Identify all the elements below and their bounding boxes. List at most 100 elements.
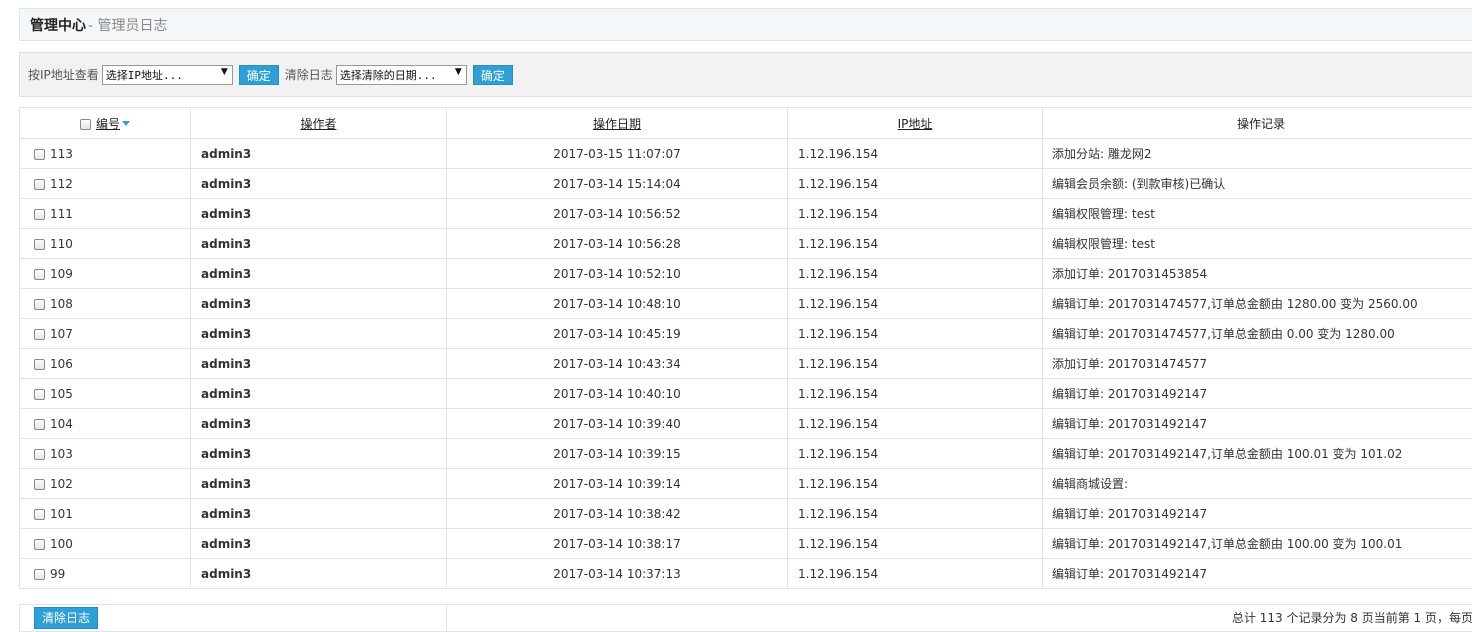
cell-ip: 1.12.196.154 — [787, 198, 1043, 229]
cell-date: 2017-03-14 15:14:04 — [446, 168, 788, 199]
row-checkbox[interactable] — [34, 298, 45, 310]
cell-record: 编辑订单: 2017031492147 — [1042, 408, 1472, 439]
row-id: 112 — [50, 176, 73, 191]
cell-ip: 1.12.196.154 — [787, 528, 1043, 559]
row-checkbox[interactable] — [34, 178, 45, 190]
cell-operator: admin3 — [190, 468, 447, 499]
table-row: 100 admin3 2017-03-14 10:38:17 1.12.196.154… — [19, 528, 1472, 559]
column-header-id[interactable]: 编号 — [19, 107, 191, 139]
table-row: 107 admin3 2017-03-14 10:45:19 1.12.196.154… — [19, 318, 1472, 349]
table-row: 110 admin3 2017-03-14 10:56:28 1.12.196.154… — [19, 228, 1472, 259]
cell-id: 108 — [19, 288, 191, 319]
row-checkbox[interactable] — [34, 538, 45, 550]
cell-date: 2017-03-14 10:48:10 — [446, 288, 788, 319]
row-checkbox[interactable] — [34, 358, 45, 370]
cell-date: 2017-03-14 10:56:28 — [446, 228, 788, 259]
cell-operator: admin3 — [190, 438, 447, 469]
column-header-id-label[interactable]: 编号 — [96, 117, 120, 131]
table-row: 105 admin3 2017-03-14 10:40:10 1.12.196.154… — [19, 378, 1472, 409]
cell-id: 102 — [19, 468, 191, 499]
cell-date: 2017-03-14 10:56:52 — [446, 198, 788, 229]
row-checkbox[interactable] — [34, 268, 45, 280]
table-row: 106 admin3 2017-03-14 10:43:34 1.12.196.154… — [19, 348, 1472, 379]
column-header-date-label[interactable]: 操作日期 — [593, 117, 641, 131]
row-checkbox[interactable] — [34, 448, 45, 460]
filter-bar: 按IP地址查看 选择IP地址... ▼ 确定 清除日志 选择清除的日期... ▼… — [19, 52, 1472, 97]
cell-operator: admin3 — [190, 558, 447, 589]
row-id: 102 — [50, 476, 73, 491]
page-title-bar: 管理中心 - 管理员日志 — [19, 8, 1472, 41]
cell-date: 2017-03-14 10:45:19 — [446, 318, 788, 349]
cell-operator: admin3 — [190, 258, 447, 289]
row-checkbox[interactable] — [34, 328, 45, 340]
cell-record: 添加订单: 2017031474577 — [1042, 348, 1472, 379]
row-id: 111 — [50, 206, 73, 221]
column-header-operator[interactable]: 操作者 — [190, 107, 447, 139]
row-id: 99 — [50, 566, 66, 581]
cell-date: 2017-03-14 10:37:13 — [446, 558, 788, 589]
table-row: 101 admin3 2017-03-14 10:38:42 1.12.196.154… — [19, 498, 1472, 529]
cell-operator: admin3 — [190, 318, 447, 349]
table-row: 109 admin3 2017-03-14 10:52:10 1.12.196.154… — [19, 258, 1472, 289]
ip-confirm-button[interactable]: 确定 — [238, 64, 279, 85]
ip-select[interactable]: 选择IP地址... ▼ — [101, 64, 233, 85]
cell-id: 104 — [19, 408, 191, 439]
cell-date: 2017-03-14 10:38:42 — [446, 498, 788, 529]
table-header-row: 编号 操作者 操作日期 IP地址 操作记录 — [19, 107, 1472, 139]
cell-ip: 1.12.196.154 — [787, 498, 1043, 529]
cell-ip: 1.12.196.154 — [787, 288, 1043, 319]
row-checkbox[interactable] — [34, 238, 45, 250]
row-checkbox[interactable] — [34, 568, 45, 580]
cell-id: 113 — [19, 138, 191, 169]
cell-operator: admin3 — [190, 348, 447, 379]
clear-date-select[interactable]: 选择清除的日期... ▼ — [335, 64, 467, 85]
cell-record: 编辑订单: 2017031492147,订单总金额由 100.01 变为 101… — [1042, 438, 1472, 469]
column-header-operator-label[interactable]: 操作者 — [300, 117, 336, 131]
cell-id: 110 — [19, 228, 191, 259]
row-checkbox[interactable] — [34, 388, 45, 400]
cell-id: 111 — [19, 198, 191, 229]
table-row: 112 admin3 2017-03-14 15:14:04 1.12.196.154… — [19, 168, 1472, 199]
clear-confirm-button[interactable]: 确定 — [472, 64, 513, 85]
cell-ip: 1.12.196.154 — [787, 408, 1043, 439]
row-checkbox[interactable] — [34, 418, 45, 430]
cell-record: 编辑订单: 2017031492147 — [1042, 558, 1472, 589]
row-id: 108 — [50, 296, 73, 311]
column-header-ip-label[interactable]: IP地址 — [898, 117, 933, 131]
row-checkbox[interactable] — [34, 148, 45, 160]
column-header-date[interactable]: 操作日期 — [446, 107, 788, 139]
ip-filter-label: 按IP地址查看 — [28, 68, 99, 82]
cell-ip: 1.12.196.154 — [787, 558, 1043, 589]
row-checkbox[interactable] — [34, 508, 45, 520]
table-row: 113 admin3 2017-03-15 11:07:07 1.12.196.154… — [19, 138, 1472, 169]
table-body: 113 admin3 2017-03-15 11:07:07 1.12.196.154… — [19, 138, 1472, 589]
pagination-info: 总计 113 个记录分为 8 页当前第 1 页，每页 — [446, 604, 1472, 632]
row-checkbox[interactable] — [34, 478, 45, 490]
row-id: 113 — [50, 146, 73, 161]
clear-log-button[interactable]: 清除日志 — [34, 607, 99, 629]
select-all-checkbox[interactable] — [79, 118, 91, 130]
row-id: 104 — [50, 416, 73, 431]
cell-ip: 1.12.196.154 — [787, 468, 1043, 499]
dropdown-arrow-icon: ▼ — [454, 66, 462, 77]
table-row: 108 admin3 2017-03-14 10:48:10 1.12.196.154… — [19, 288, 1472, 319]
cell-id: 100 — [19, 528, 191, 559]
sort-down-icon — [122, 120, 130, 126]
column-header-ip[interactable]: IP地址 — [787, 107, 1043, 139]
row-id: 110 — [50, 236, 73, 251]
cell-ip: 1.12.196.154 — [787, 318, 1043, 349]
row-checkbox[interactable] — [34, 208, 45, 220]
cell-record: 编辑订单: 2017031474577,订单总金额由 0.00 变为 1280.… — [1042, 318, 1472, 349]
row-id: 106 — [50, 356, 73, 371]
cell-record: 编辑订单: 2017031492147 — [1042, 378, 1472, 409]
cell-record: 编辑权限管理: test — [1042, 198, 1472, 229]
cell-record: 编辑会员余额: (到款审核)已确认 — [1042, 168, 1472, 199]
cell-id: 101 — [19, 498, 191, 529]
cell-operator: admin3 — [190, 288, 447, 319]
cell-operator: admin3 — [190, 528, 447, 559]
row-id: 103 — [50, 446, 73, 461]
table-row: 111 admin3 2017-03-14 10:56:52 1.12.196.154… — [19, 198, 1472, 229]
cell-ip: 1.12.196.154 — [787, 378, 1043, 409]
cell-operator: admin3 — [190, 198, 447, 229]
cell-id: 109 — [19, 258, 191, 289]
